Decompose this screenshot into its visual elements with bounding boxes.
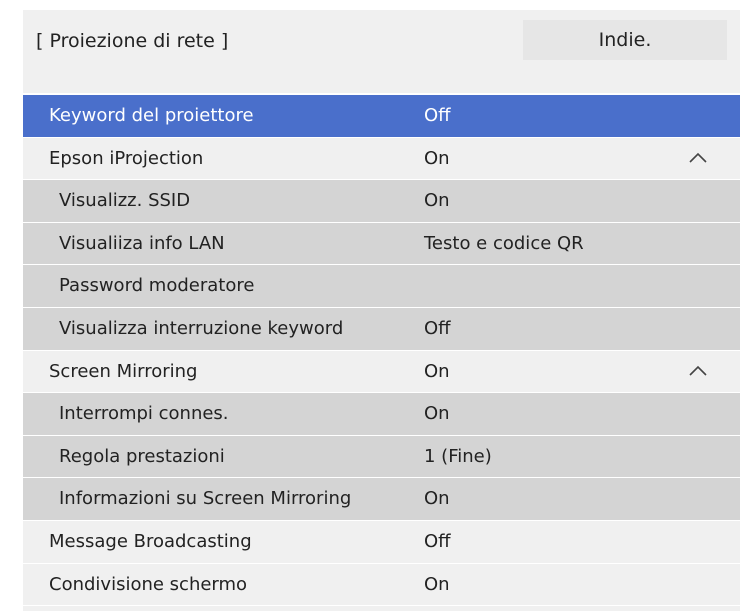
network-projection-panel: [ Proiezione di rete ] Indie. Keyword de… [23, 10, 740, 611]
menu-item-interrupt-connection[interactable]: Interrompi connes. On [23, 393, 740, 436]
menu-item-label: Informazioni su Screen Mirroring [59, 488, 352, 510]
menu-item-value: On [424, 147, 450, 169]
menu-item-label: Epson iProjection [49, 147, 204, 169]
menu-item-display-ssid[interactable]: Visualizz. SSID On [23, 180, 740, 223]
menu-item-value: Off [424, 105, 451, 126]
menu-item-screen-mirroring[interactable]: Screen Mirroring On [23, 350, 740, 394]
menu-item-value: 1 (Fine) [424, 445, 492, 467]
menu-item-projector-keyword[interactable]: Keyword del proiettore Off [23, 95, 740, 138]
chevron-up-icon[interactable] [688, 363, 708, 377]
menu-item-message-broadcasting[interactable]: Message Broadcasting Off [23, 520, 740, 564]
menu-item-value: Testo e codice QR [424, 232, 584, 254]
menu-item-label: Visualizza interruzione keyword [59, 317, 344, 339]
menu-item-screen-mirroring-info[interactable]: Informazioni su Screen Mirroring On [23, 478, 740, 521]
menu-item-display-lan-info[interactable]: Visualiiza info LAN Testo e codice QR [23, 222, 740, 266]
chevron-up-icon[interactable] [688, 150, 708, 164]
menu-item-value: On [424, 190, 450, 212]
menu-item-label: Regola prestazioni [59, 445, 225, 467]
menu-item-screen-sharing[interactable]: Condivisione schermo On [23, 563, 740, 607]
page-title: [ Proiezione di rete ] [36, 30, 229, 52]
menu-item-moderator-password[interactable]: Password moderatore [23, 265, 740, 308]
menu-item-value: On [424, 360, 450, 382]
menu-header: [ Proiezione di rete ] Indie. [23, 10, 740, 93]
menu-item-label: Interrompi connes. [59, 403, 229, 425]
menu-item-value: Off [424, 530, 451, 552]
menu-item-display-keyword-interruption[interactable]: Visualizza interruzione keyword Off [23, 307, 740, 351]
menu-item-label: Visualizz. SSID [59, 190, 191, 212]
back-button[interactable]: Indie. [523, 20, 727, 60]
menu-item-value: On [424, 573, 450, 595]
menu-item-label: Message Broadcasting [49, 530, 252, 552]
menu-item-value: On [424, 488, 450, 510]
menu-item-label: Password moderatore [59, 275, 255, 297]
menu-item-label: Condivisione schermo [49, 573, 248, 595]
menu-item-label: Visualiiza info LAN [59, 232, 225, 254]
menu-item-adjust-performance[interactable]: Regola prestazioni 1 (Fine) [23, 435, 740, 479]
menu-item-value: Off [424, 317, 451, 339]
settings-list: Keyword del proiettore Off Epson iProjec… [23, 95, 740, 607]
menu-item-epson-iprojection[interactable]: Epson iProjection On [23, 137, 740, 181]
menu-item-label: Keyword del proiettore [49, 105, 254, 126]
menu-item-label: Screen Mirroring [49, 360, 198, 382]
menu-item-value: On [424, 403, 450, 425]
